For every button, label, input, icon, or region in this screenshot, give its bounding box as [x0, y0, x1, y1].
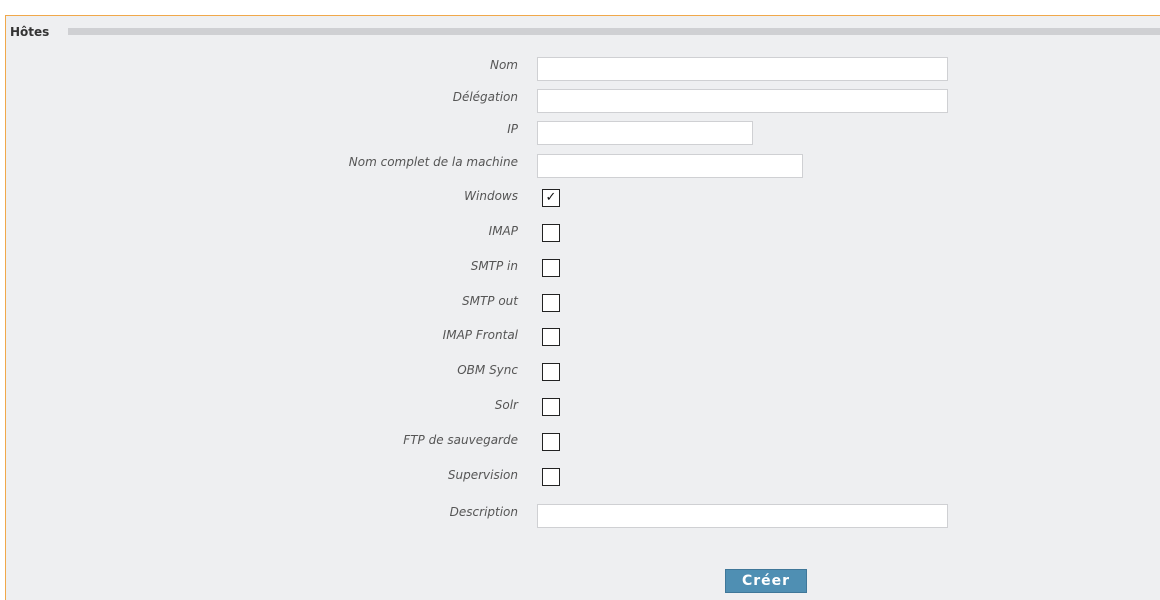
obm-sync-checkbox[interactable] [542, 363, 560, 381]
service-row-ftp-backup: FTP de sauvegarde [6, 429, 1160, 455]
field-row-delegation: Délégation [6, 86, 1160, 113]
field-row-fqdn: Nom complet de la machine [6, 151, 1160, 178]
service-row-supervision: Supervision [6, 464, 1160, 490]
supervision-checkbox[interactable] [542, 468, 560, 486]
smtp-in-checkbox[interactable] [542, 259, 560, 277]
service-label: SMTP in [470, 259, 518, 273]
section-title: Hôtes [10, 25, 50, 39]
description-input[interactable] [537, 504, 948, 528]
imap-frontal-checkbox[interactable] [542, 328, 560, 346]
service-row-obm-sync: OBM Sync [6, 359, 1160, 385]
service-row-solr: Solr [6, 394, 1160, 420]
fqdn-label: Nom complet de la machine [348, 155, 518, 169]
field-row-nom: Nom [6, 54, 1160, 81]
service-row-windows: Windows ✓ [6, 185, 1160, 211]
delegation-label: Délégation [452, 90, 518, 104]
service-label: Windows [464, 189, 518, 203]
hosts-form-panel: Hôtes Nom Délégation IP Nom complet de l… [5, 15, 1160, 600]
windows-checkbox[interactable]: ✓ [542, 189, 560, 207]
service-label: Solr [494, 398, 518, 412]
delegation-input[interactable] [537, 89, 948, 113]
nom-label: Nom [489, 58, 518, 72]
create-button[interactable]: Créer [725, 569, 807, 593]
service-label: FTP de sauvegarde [403, 433, 518, 447]
description-label: Description [449, 505, 518, 519]
nom-input[interactable] [537, 57, 948, 81]
field-row-ip: IP [6, 118, 1160, 145]
service-row-imap-frontal: IMAP Frontal [6, 324, 1160, 350]
imap-checkbox[interactable] [542, 224, 560, 242]
ip-input[interactable] [537, 121, 753, 145]
service-label: IMAP Frontal [442, 328, 518, 342]
service-label: OBM Sync [457, 363, 518, 377]
fqdn-input[interactable] [537, 154, 803, 178]
ip-label: IP [507, 122, 518, 136]
ftp-backup-checkbox[interactable] [542, 433, 560, 451]
field-row-description: Description [6, 501, 1160, 528]
service-label: SMTP out [461, 294, 518, 308]
service-row-imap: IMAP [6, 220, 1160, 246]
service-label: Supervision [447, 468, 518, 482]
service-label: IMAP [488, 224, 518, 238]
section-title-bar [68, 28, 1160, 35]
service-row-smtp-in: SMTP in [6, 255, 1160, 281]
service-row-smtp-out: SMTP out [6, 290, 1160, 316]
smtp-out-checkbox[interactable] [542, 294, 560, 312]
solr-checkbox[interactable] [542, 398, 560, 416]
